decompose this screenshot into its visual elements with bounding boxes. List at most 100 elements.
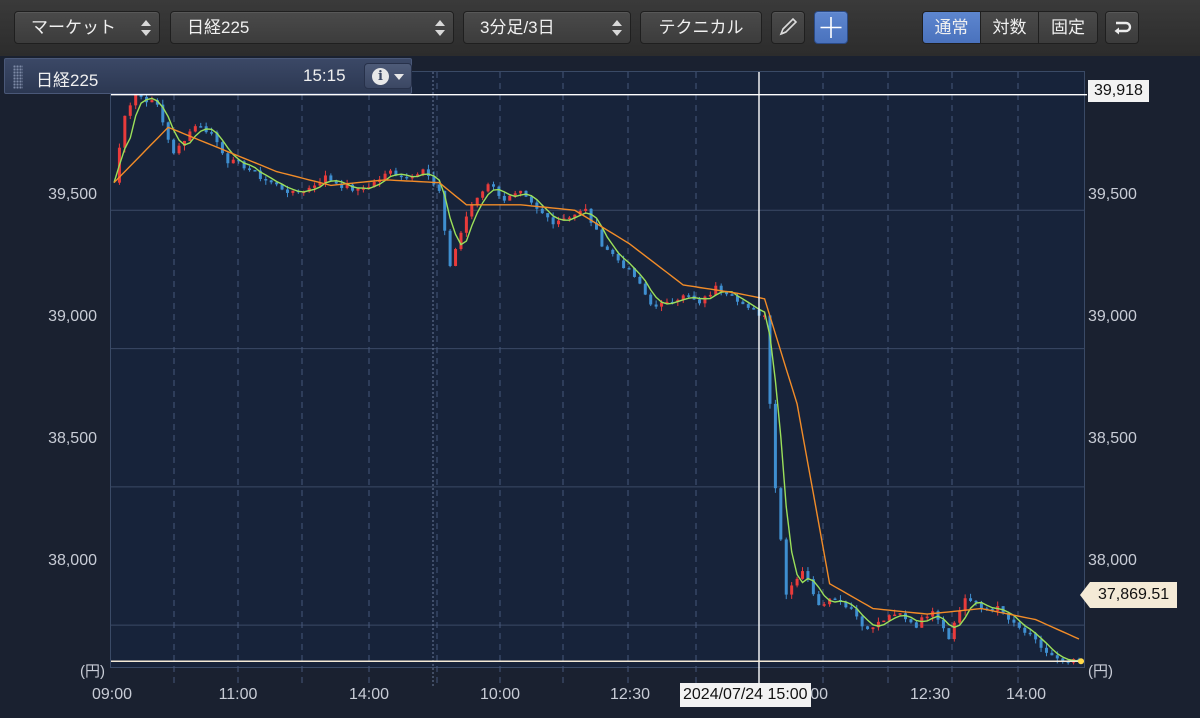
- candle-body: [817, 594, 821, 606]
- candle-body: [166, 122, 170, 140]
- info-time: 15:15: [303, 66, 346, 85]
- y-tick-label-left: 39,000: [48, 308, 97, 325]
- candle-body: [605, 246, 609, 250]
- candle-body: [226, 153, 230, 164]
- candle-body: [448, 230, 452, 266]
- candle-body: [405, 176, 409, 179]
- candle-body: [643, 283, 647, 295]
- candle-body: [193, 126, 197, 132]
- candle-body: [291, 190, 295, 193]
- candle-body: [475, 197, 479, 206]
- candle-body: [860, 616, 864, 627]
- candle-body: [470, 205, 474, 217]
- candle-body: [540, 208, 544, 214]
- candle-body: [963, 598, 967, 611]
- drag-grip-icon[interactable]: [13, 65, 23, 89]
- candle-body: [1050, 652, 1054, 656]
- info-menu-button[interactable]: i: [364, 63, 412, 89]
- candle-body: [654, 304, 658, 307]
- candle-body: [497, 186, 501, 196]
- last-price-marker: [1078, 658, 1084, 665]
- candle-body: [611, 249, 615, 255]
- x-tick-label: 12:30: [609, 686, 651, 703]
- candle-body: [1044, 647, 1048, 653]
- candle-body: [627, 268, 631, 270]
- candle-body: [519, 190, 523, 194]
- candle-body: [356, 188, 360, 191]
- candle-body: [508, 195, 512, 201]
- y-tick-label-left: 38,500: [48, 430, 97, 447]
- candle-body: [481, 191, 485, 198]
- candle-body: [909, 619, 913, 623]
- candle-body: [210, 132, 214, 134]
- x-tick-label: 09:00: [91, 686, 133, 703]
- candle-body: [264, 178, 268, 181]
- y-tick-label-right: 39,500: [1088, 186, 1137, 203]
- candle-body: [584, 208, 588, 212]
- candle-body: [567, 217, 571, 220]
- x-tick-label: 14:00: [348, 686, 390, 703]
- candle-body: [773, 403, 777, 489]
- candle-body: [269, 180, 273, 183]
- candle-body: [849, 607, 853, 609]
- candle-body: [1055, 655, 1059, 659]
- moving-average-short-line: [113, 97, 1080, 662]
- candle-body: [248, 168, 252, 171]
- candle-body: [1028, 632, 1032, 635]
- candle-body: [177, 145, 181, 154]
- candle-body: [459, 232, 463, 250]
- candle-body: [969, 598, 973, 601]
- y-tick-label-left: 38,000: [48, 552, 97, 569]
- candle-body: [1023, 627, 1027, 633]
- last-price-tag: 37,869.51: [1079, 582, 1178, 608]
- candle-body: [329, 175, 333, 181]
- candle-body: [882, 620, 886, 623]
- candle-body: [887, 615, 891, 621]
- candle-body: [220, 142, 224, 154]
- crosshair-time-tag: 2024/07/24 15:00: [680, 683, 811, 707]
- candle-body: [779, 488, 783, 540]
- candle-body: [822, 604, 826, 606]
- candle-body: [730, 294, 734, 296]
- info-symbol-name: 日経225: [36, 71, 99, 90]
- candle-body: [1017, 622, 1021, 628]
- moving-average-long-line: [113, 126, 1080, 640]
- candle-body: [898, 613, 902, 615]
- y-tick-label-left: 39,500: [48, 186, 97, 203]
- candle-body: [790, 585, 794, 595]
- candle-body: [952, 622, 956, 640]
- candle-body: [128, 105, 132, 116]
- candle-body: [638, 276, 642, 284]
- y-unit-label-right: (円): [1088, 663, 1113, 680]
- candle-body: [925, 616, 929, 619]
- candle-body: [150, 100, 154, 103]
- chart-svg: [111, 72, 1087, 686]
- candle-body: [123, 115, 127, 148]
- candle-body: [649, 294, 653, 305]
- candle-body: [134, 94, 138, 106]
- candle-body: [974, 600, 978, 603]
- x-tick-label: 10:00: [479, 686, 521, 703]
- x-tick-label: 14:00: [1005, 686, 1047, 703]
- candle-body: [399, 175, 403, 178]
- candle-body: [947, 628, 951, 640]
- y-tick-label-right: 38,500: [1088, 430, 1137, 447]
- candle-body: [454, 249, 458, 266]
- candle-body: [491, 184, 495, 187]
- candle-body: [833, 598, 837, 601]
- candle-body: [600, 229, 604, 247]
- candle-body: [622, 260, 626, 269]
- candle-body: [551, 217, 555, 225]
- candle-body: [746, 304, 750, 308]
- candle-body: [388, 170, 392, 174]
- candle-body: [801, 571, 805, 579]
- x-tick-label: 11:00: [218, 686, 258, 703]
- candle-body: [708, 294, 712, 297]
- candle-body: [231, 159, 235, 164]
- candle-body: [253, 170, 257, 172]
- candle-body: [486, 184, 490, 192]
- candle-body: [795, 578, 799, 586]
- candle-body: [914, 622, 918, 628]
- candle-body: [698, 299, 702, 304]
- candle-body: [1039, 639, 1043, 648]
